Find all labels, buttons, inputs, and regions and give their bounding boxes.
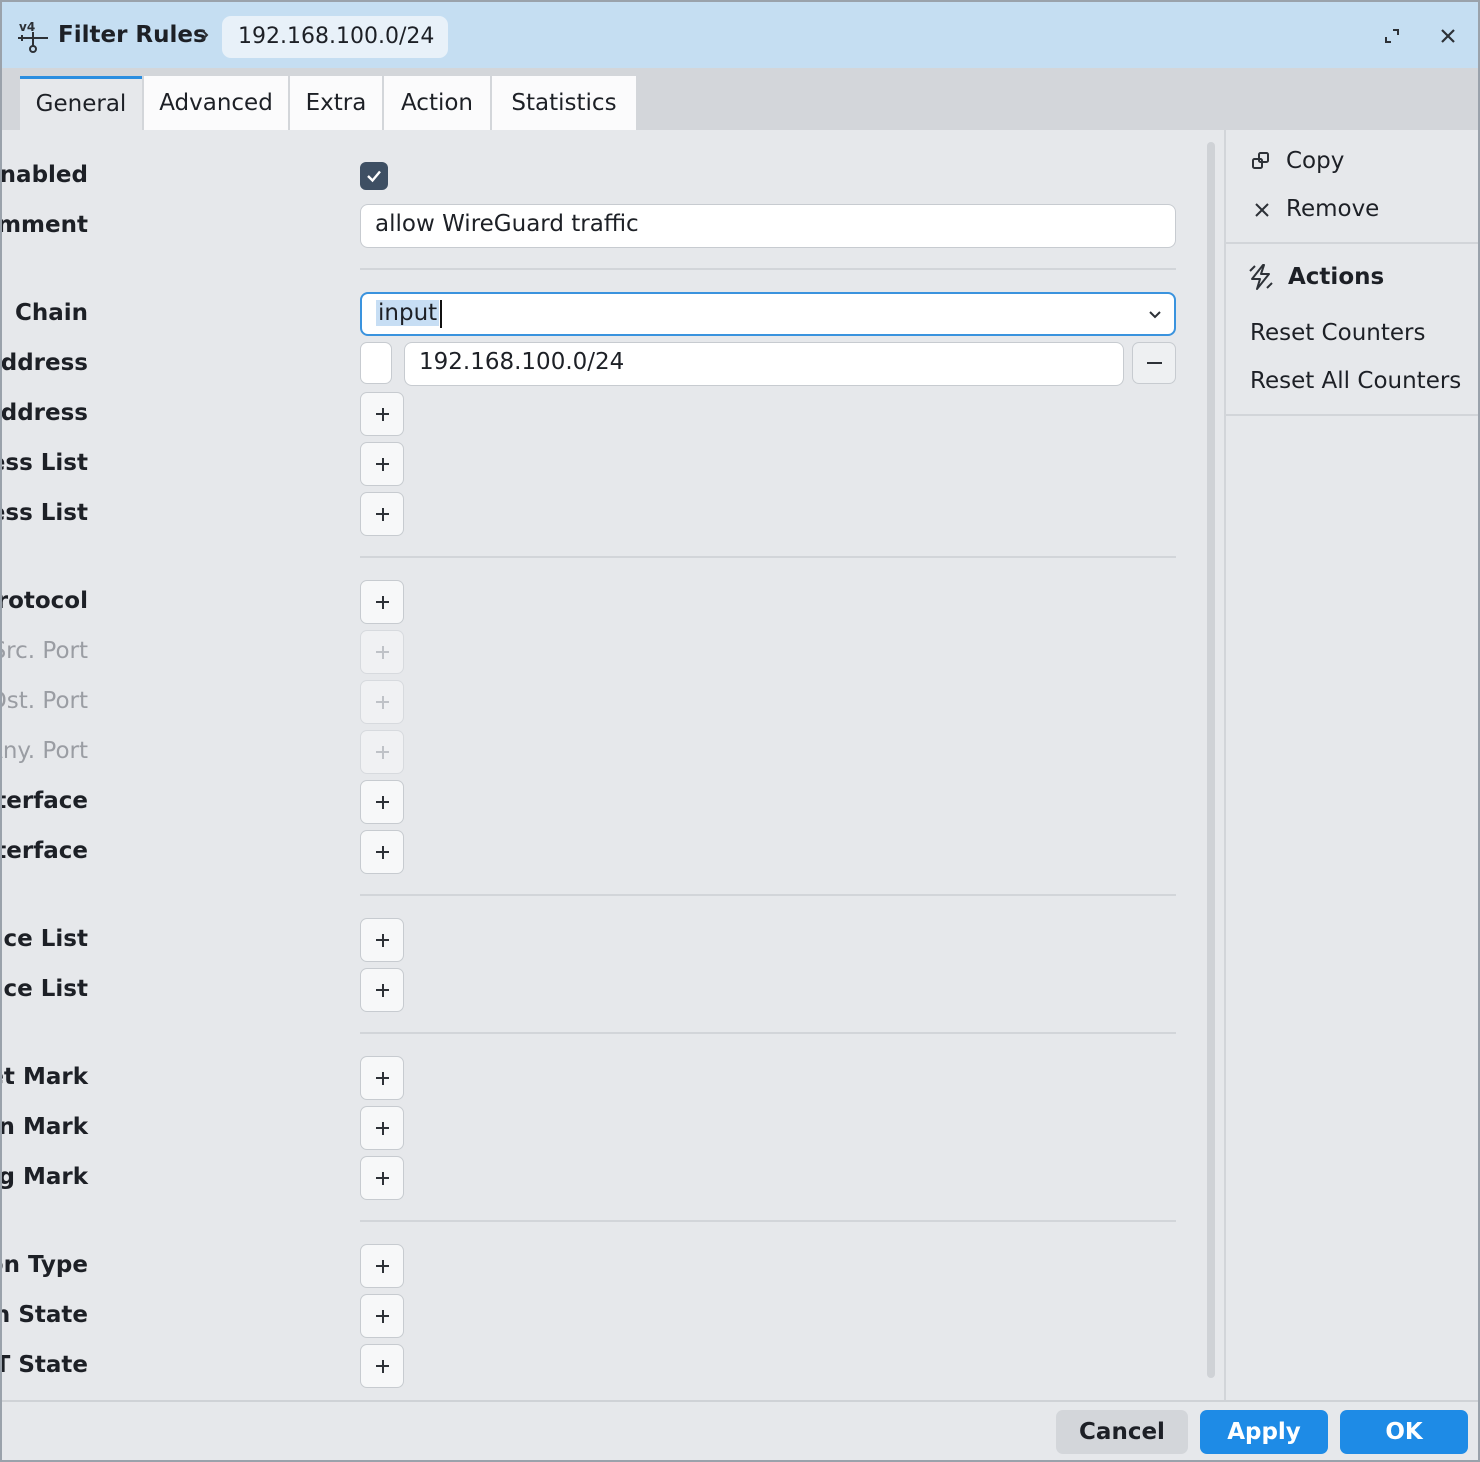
dst-address-list-label: Dst. Address List	[2, 500, 88, 526]
chain-label: Chain	[14, 300, 88, 326]
add-packet-mark-button[interactable]	[360, 1056, 404, 1100]
add-out-interface-list-button[interactable]	[360, 968, 404, 1012]
section-divider	[360, 268, 1176, 270]
add-connection-type-button[interactable]	[360, 1244, 404, 1288]
side-divider	[1226, 414, 1478, 416]
connection-type-label: Connection Type	[2, 1252, 88, 1278]
filter-rule-window: v4 Filter Rules 192.168.100.0/24 General…	[0, 0, 1480, 1462]
enabled-label: Enabled	[0, 162, 88, 188]
checkmark-icon	[367, 170, 381, 183]
tab-extra[interactable]: Extra	[290, 76, 382, 130]
chain-value: input	[376, 300, 440, 326]
add-src-port-button	[360, 630, 404, 674]
add-connection-nat-state-button[interactable]	[360, 1344, 404, 1388]
chevron-down-icon	[1149, 311, 1161, 319]
protocol-label: Protocol	[2, 588, 88, 614]
add-any-port-button	[360, 730, 404, 774]
chevron-right-icon	[196, 24, 214, 46]
window-title: Filter Rules	[58, 22, 207, 48]
breadcrumb-item[interactable]: 192.168.100.0/24	[222, 16, 448, 58]
add-connection-mark-button[interactable]	[360, 1106, 404, 1150]
add-protocol-button[interactable]	[360, 580, 404, 624]
lightning-icon	[1246, 262, 1276, 292]
apply-button[interactable]: Apply	[1200, 1410, 1328, 1454]
ipv4-route-icon: v4	[16, 18, 50, 54]
connection-mark-label: Connection Mark	[0, 1114, 88, 1140]
add-in-interface-button[interactable]	[360, 780, 404, 824]
title-bar: v4 Filter Rules 192.168.100.0/24	[2, 2, 1478, 68]
add-dst-port-button	[360, 680, 404, 724]
remove-src-address-button[interactable]	[1132, 342, 1176, 384]
enabled-checkbox[interactable]	[360, 162, 388, 190]
close-icon[interactable]	[1432, 20, 1464, 52]
dst-port-label: Dst. Port	[2, 688, 88, 714]
add-dst-address-list-button[interactable]	[360, 492, 404, 536]
connection-state-label: Connection State	[2, 1302, 88, 1328]
dst-address-label: Dst. Address	[0, 400, 88, 426]
section-divider	[360, 1032, 1176, 1034]
cancel-button[interactable]: Cancel	[1056, 1410, 1188, 1454]
restore-window-icon[interactable]	[1376, 20, 1408, 52]
tab-bar: General Advanced Extra Action Statistics	[2, 68, 1478, 130]
packet-mark-label: Packet Mark	[2, 1064, 88, 1090]
ok-button[interactable]: OK	[1340, 1410, 1468, 1454]
tab-statistics[interactable]: Statistics	[492, 76, 636, 130]
tab-general[interactable]: General	[20, 76, 142, 130]
general-form: Enabled Comment allow WireGuard traffic …	[2, 130, 1224, 1400]
out-interface-label: Out. Interface	[2, 838, 88, 864]
src-address-label: Src. Address	[0, 350, 88, 376]
comment-input[interactable]: allow WireGuard traffic	[360, 204, 1176, 248]
in-interface-list-label: In. Interface List	[2, 926, 88, 952]
src-port-label: Src. Port	[0, 638, 88, 664]
tab-advanced[interactable]: Advanced	[144, 76, 288, 130]
section-divider	[360, 1220, 1176, 1222]
reset-all-counters-action[interactable]: Reset All Counters	[1250, 366, 1461, 396]
add-src-address-list-button[interactable]	[360, 442, 404, 486]
svg-text:v4: v4	[19, 20, 35, 34]
src-address-negate-toggle[interactable]	[360, 342, 392, 384]
section-divider	[360, 894, 1176, 896]
connection-nat-state-label: Connection NAT State	[2, 1352, 88, 1378]
add-out-interface-button[interactable]	[360, 830, 404, 874]
text-cursor	[440, 299, 443, 328]
in-interface-label: In. Interface	[2, 788, 88, 814]
side-divider	[1226, 242, 1478, 244]
footer-bar: Cancel Apply OK	[2, 1400, 1478, 1460]
comment-label: Comment	[2, 212, 88, 238]
out-interface-list-label: Out. Interface List	[2, 976, 88, 1002]
add-dst-address-button[interactable]	[360, 392, 404, 436]
remove-icon	[1252, 200, 1272, 220]
actions-heading: Actions	[1288, 264, 1385, 290]
any-port-label: Any. Port	[2, 738, 88, 764]
section-divider	[360, 556, 1176, 558]
src-address-list-label: Src. Address List	[2, 450, 88, 476]
copy-action[interactable]: Copy	[1286, 146, 1344, 176]
remove-action[interactable]: Remove	[1286, 194, 1379, 224]
src-address-input[interactable]: 192.168.100.0/24	[404, 342, 1124, 386]
chain-select[interactable]: input	[360, 292, 1176, 336]
copy-icon	[1250, 150, 1272, 172]
add-routing-mark-button[interactable]	[360, 1156, 404, 1200]
add-connection-state-button[interactable]	[360, 1294, 404, 1338]
tab-action[interactable]: Action	[384, 76, 490, 130]
form-scrollbar[interactable]	[1207, 142, 1215, 1378]
add-in-interface-list-button[interactable]	[360, 918, 404, 962]
routing-mark-label: Routing Mark	[0, 1164, 88, 1190]
reset-counters-action[interactable]: Reset Counters	[1250, 318, 1425, 348]
side-panel: Copy Remove Actions Reset Counters Reset…	[1224, 130, 1478, 1400]
